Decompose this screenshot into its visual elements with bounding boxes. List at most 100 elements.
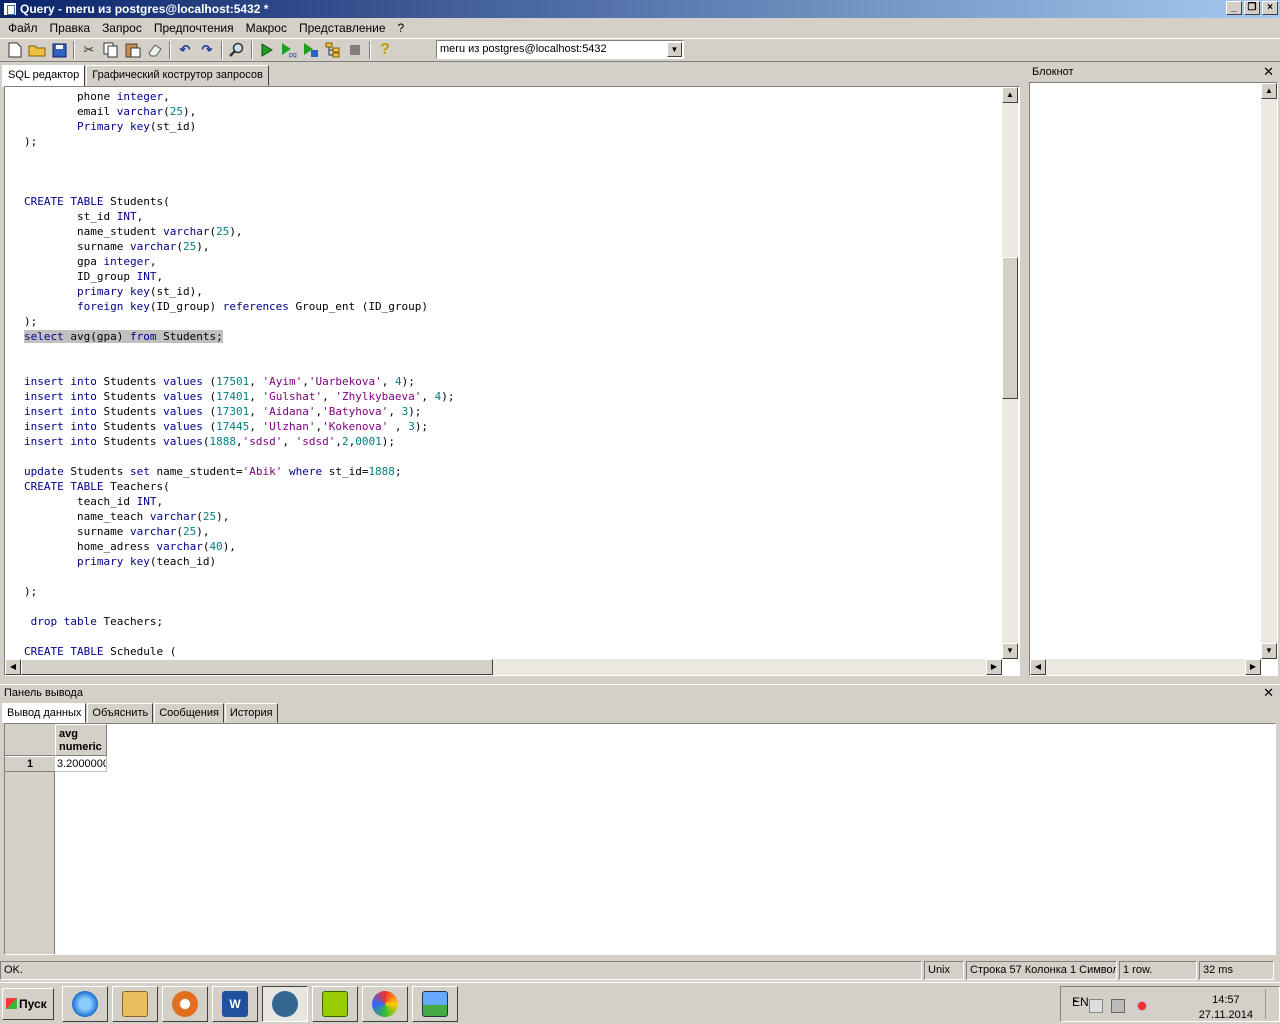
- code-line[interactable]: phone integer,: [24, 89, 170, 104]
- code-line[interactable]: home_adress varchar(40),: [24, 539, 236, 554]
- code-line[interactable]: gpa integer,: [24, 254, 157, 269]
- code-line[interactable]: insert into Students values (17501, 'Ayi…: [24, 374, 415, 389]
- scroll-up-icon[interactable]: ▲: [1002, 87, 1018, 103]
- code-line[interactable]: );: [24, 314, 37, 329]
- scroll-thumb[interactable]: [1002, 257, 1018, 399]
- new-file-icon[interactable]: [4, 39, 26, 61]
- connection-select[interactable]: meru из postgres@localhost:5432 ▼: [436, 40, 684, 59]
- scroll-down-icon[interactable]: ▼: [1002, 643, 1018, 659]
- clear-icon[interactable]: [144, 39, 166, 61]
- code-line[interactable]: CREATE TABLE Teachers(: [24, 479, 170, 494]
- code-line[interactable]: Primary key(st_id): [24, 119, 196, 134]
- volume-icon[interactable]: [1135, 999, 1149, 1013]
- code-line[interactable]: CREATE TABLE Students(: [24, 194, 170, 209]
- code-line[interactable]: primary key(teach_id): [24, 554, 216, 569]
- explain-icon[interactable]: [322, 39, 344, 61]
- close-button[interactable]: ×: [1262, 1, 1278, 15]
- chevron-up-icon[interactable]: ⌃: [1071, 999, 1085, 1013]
- result-grid[interactable]: avg numeric 1 3.2000000000000000: [4, 723, 1276, 955]
- table-cell[interactable]: 3.2000000000000000: [55, 756, 107, 772]
- action-center-flag-icon[interactable]: [1089, 999, 1103, 1013]
- scroll-down-icon[interactable]: ▼: [1261, 643, 1277, 659]
- execute-to-file-icon[interactable]: [300, 39, 322, 61]
- scroll-left-icon[interactable]: ◀: [5, 659, 21, 675]
- menu-help[interactable]: ?: [392, 21, 411, 35]
- code-line[interactable]: insert into Students values (17445, 'Ulz…: [24, 419, 428, 434]
- media-player-icon[interactable]: [162, 986, 208, 1022]
- editor-vertical-scrollbar[interactable]: ▲ ▼: [1002, 87, 1018, 659]
- start-button[interactable]: Пуск: [2, 988, 54, 1020]
- tab-explain[interactable]: Объяснить: [87, 703, 154, 723]
- scroll-up-icon[interactable]: ▲: [1261, 83, 1277, 99]
- grid-corner[interactable]: [5, 724, 55, 756]
- code-line[interactable]: name_student varchar(25),: [24, 224, 243, 239]
- code-line[interactable]: insert into Students values (17301, 'Aid…: [24, 404, 421, 419]
- execute-icon[interactable]: [256, 39, 278, 61]
- code-line[interactable]: insert into Students values (17401, 'Gul…: [24, 389, 455, 404]
- save-icon[interactable]: [48, 39, 70, 61]
- restore-button[interactable]: ❐: [1244, 1, 1260, 15]
- tab-history[interactable]: История: [224, 703, 278, 723]
- paint-icon[interactable]: [362, 986, 408, 1022]
- find-icon[interactable]: [226, 39, 248, 61]
- network-icon[interactable]: [1111, 999, 1125, 1013]
- show-desktop-icon[interactable]: [1265, 989, 1277, 1019]
- menu-macros[interactable]: Макрос: [240, 21, 293, 35]
- code-line[interactable]: teach_id INT,: [24, 494, 163, 509]
- pgadmin-icon[interactable]: [262, 986, 308, 1022]
- menu-preferences[interactable]: Предпочтения: [148, 21, 240, 35]
- menu-file[interactable]: Файл: [2, 21, 44, 35]
- code-line[interactable]: );: [24, 584, 37, 599]
- notepad-vertical-scrollbar[interactable]: ▲ ▼: [1261, 83, 1277, 659]
- explorer-icon[interactable]: [112, 986, 158, 1022]
- column-header-avg[interactable]: avg numeric: [55, 724, 107, 756]
- menu-view[interactable]: Представление: [293, 21, 392, 35]
- scroll-right-icon[interactable]: ▶: [1245, 659, 1261, 675]
- paste-icon[interactable]: [122, 39, 144, 61]
- row-number[interactable]: 1: [5, 756, 55, 772]
- open-folder-icon[interactable]: [26, 39, 48, 61]
- internet-explorer-icon[interactable]: [62, 986, 108, 1022]
- code-line[interactable]: CREATE TABLE Schedule (: [24, 644, 176, 659]
- help-icon[interactable]: ?: [374, 39, 396, 61]
- notepad-area[interactable]: ▲ ▼ ◀ ▶: [1029, 82, 1278, 676]
- chevron-down-icon[interactable]: ▼: [667, 42, 682, 57]
- menu-edit[interactable]: Правка: [44, 21, 97, 35]
- word-icon[interactable]: W: [212, 986, 258, 1022]
- code-line[interactable]: primary key(st_id),: [24, 284, 203, 299]
- code-line[interactable]: name_teach varchar(25),: [24, 509, 229, 524]
- code-line[interactable]: select avg(gpa) from Students;: [24, 329, 223, 344]
- code-line[interactable]: );: [24, 134, 37, 149]
- execute-pgscript-icon[interactable]: pg: [278, 39, 300, 61]
- hscroll-thumb[interactable]: [21, 659, 493, 675]
- code-line[interactable]: surname varchar(25),: [24, 524, 209, 539]
- minimize-button[interactable]: _: [1226, 1, 1242, 15]
- code-line[interactable]: update Students set name_student='Abik' …: [24, 464, 402, 479]
- clock[interactable]: 14:57 27.11.2014: [1199, 993, 1253, 1023]
- code-line[interactable]: insert into Students values(1888,'sdsd',…: [24, 434, 395, 449]
- code-line[interactable]: surname varchar(25),: [24, 239, 209, 254]
- tab-graphical-query-builder[interactable]: Графический кострутор запросов: [86, 65, 269, 86]
- scroll-left-icon[interactable]: ◀: [1030, 659, 1046, 675]
- code-line[interactable]: drop table Teachers;: [24, 614, 163, 629]
- tab-messages[interactable]: Сообщения: [154, 703, 224, 723]
- notepad-plus-icon[interactable]: [312, 986, 358, 1022]
- code-line[interactable]: email varchar(25),: [24, 104, 196, 119]
- scroll-right-icon[interactable]: ▶: [986, 659, 1002, 675]
- redo-icon[interactable]: ↷: [196, 39, 218, 61]
- stop-icon[interactable]: [344, 39, 366, 61]
- sql-editor[interactable]: phone integer, email varchar(25), Primar…: [4, 86, 1020, 676]
- tab-data-output[interactable]: Вывод данных: [2, 703, 87, 723]
- notepad-horizontal-scrollbar[interactable]: ◀ ▶: [1030, 659, 1261, 675]
- tab-sql-editor[interactable]: SQL редактор: [2, 65, 86, 87]
- cut-icon[interactable]: ✂: [78, 39, 100, 61]
- code-area[interactable]: phone integer, email varchar(25), Primar…: [5, 87, 1001, 659]
- image-viewer-icon[interactable]: [412, 986, 458, 1022]
- copy-icon[interactable]: [100, 39, 122, 61]
- close-icon[interactable]: ✕: [1263, 685, 1274, 701]
- code-line[interactable]: ID_group INT,: [24, 269, 163, 284]
- menu-query[interactable]: Запрос: [96, 21, 148, 35]
- code-line[interactable]: foreign key(ID_group) references Group_e…: [24, 299, 428, 314]
- undo-icon[interactable]: ↶: [174, 39, 196, 61]
- editor-horizontal-scrollbar[interactable]: ◀ ▶: [5, 659, 1002, 675]
